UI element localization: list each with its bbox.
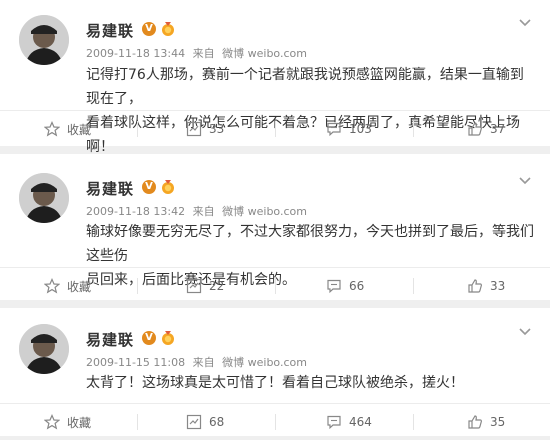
- repost-icon: [186, 278, 202, 294]
- medal-icon: [162, 331, 174, 345]
- divider: [275, 414, 276, 430]
- avatar[interactable]: [19, 15, 69, 65]
- divider: [275, 278, 276, 294]
- like-count: 33: [490, 279, 506, 293]
- favorite-label: 收藏: [67, 415, 92, 430]
- medal-icon: [162, 180, 174, 194]
- comment-button[interactable]: 66: [326, 268, 364, 304]
- divider: [275, 121, 276, 137]
- like-count: 35: [490, 415, 506, 429]
- favorite-button[interactable]: 收藏: [44, 404, 91, 440]
- favorite-button[interactable]: 收藏: [44, 268, 91, 304]
- repost-count: 33: [209, 122, 225, 136]
- source-prefix: 来自: [192, 205, 215, 218]
- divider: [137, 278, 138, 294]
- like-button[interactable]: 35: [467, 404, 505, 440]
- post-text: 太背了！这场球真是太可惜了！看着自己球队被绝杀，搓火！: [86, 371, 536, 395]
- action-bar: 收藏 33 103 37: [0, 110, 550, 147]
- repost-icon: [186, 414, 202, 430]
- medal-icon: [162, 22, 174, 36]
- favorite-button[interactable]: 收藏: [44, 111, 91, 147]
- source-prefix: 来自: [192, 47, 215, 60]
- like-icon: [468, 122, 482, 136]
- post-time[interactable]: 2009-11-18 13:42: [86, 205, 185, 218]
- favorite-label: 收藏: [67, 279, 92, 294]
- post-source[interactable]: 微博 weibo.com: [222, 356, 307, 369]
- post-time[interactable]: 2009-11-18 13:44: [86, 47, 185, 60]
- chevron-down-icon[interactable]: [518, 16, 532, 30]
- author-name[interactable]: 易建联: [86, 329, 134, 350]
- favorite-label: 收藏: [67, 122, 92, 137]
- repost-button[interactable]: 68: [186, 404, 224, 440]
- favorite-icon: [44, 121, 60, 137]
- favorite-icon: [44, 278, 60, 294]
- comment-icon: [327, 279, 341, 294]
- comment-icon: [327, 415, 341, 430]
- post-meta: 2009-11-15 11:08 来自 微博 weibo.com: [86, 354, 311, 370]
- chevron-down-icon[interactable]: [518, 325, 532, 339]
- author-name[interactable]: 易建联: [86, 20, 134, 41]
- like-icon: [468, 279, 482, 293]
- weibo-post: 易建联 V 2009-11-18 13:42 来自 微博 weibo.com 输…: [0, 154, 550, 300]
- weibo-post: 易建联 V 2009-11-15 11:08 来自 微博 weibo.com 太…: [0, 308, 550, 436]
- avatar[interactable]: [19, 324, 69, 374]
- post-source[interactable]: 微博 weibo.com: [222, 47, 307, 60]
- divider: [137, 121, 138, 137]
- post-time[interactable]: 2009-11-15 11:08: [86, 356, 185, 369]
- source-prefix: 来自: [192, 356, 215, 369]
- weibo-post: 易建联 V 2009-11-18 13:44 来自 微博 weibo.com 记…: [0, 0, 550, 155]
- repost-button[interactable]: 33: [186, 111, 224, 147]
- divider: [413, 414, 414, 430]
- like-count: 37: [490, 122, 506, 136]
- comment-icon: [327, 122, 341, 137]
- author-name[interactable]: 易建联: [86, 178, 134, 199]
- like-button[interactable]: 33: [467, 268, 505, 304]
- favorite-icon: [44, 414, 60, 430]
- repost-count: 68: [209, 415, 225, 429]
- avatar[interactable]: [19, 173, 69, 223]
- like-button[interactable]: 37: [467, 111, 505, 147]
- comment-count: 103: [349, 122, 372, 136]
- comment-button[interactable]: 464: [326, 404, 372, 440]
- post-source[interactable]: 微博 weibo.com: [222, 205, 307, 218]
- post-text-line: 输球好像要无穷无尽了，不过大家都很努力，今天也拼到了最后，等我们这些伤: [86, 224, 534, 264]
- post-meta: 2009-11-18 13:42 来自 微博 weibo.com: [86, 203, 311, 219]
- verified-badge: V: [142, 331, 156, 345]
- divider: [413, 278, 414, 294]
- verified-badge: V: [142, 180, 156, 194]
- comment-count: 464: [349, 415, 372, 429]
- post-meta: 2009-11-18 13:44 来自 微博 weibo.com: [86, 45, 311, 61]
- like-icon: [468, 415, 482, 429]
- action-bar: 收藏 22 66 33: [0, 267, 550, 304]
- repost-icon: [186, 121, 202, 137]
- verified-badge: V: [142, 22, 156, 36]
- divider: [413, 121, 414, 137]
- chevron-down-icon[interactable]: [518, 174, 532, 188]
- post-text-line: 记得打76人那场，赛前一个记者就跟我说预感篮网能赢，结果一直输到现在了，: [86, 67, 524, 107]
- divider: [137, 414, 138, 430]
- action-bar: 收藏 68 464 35: [0, 403, 550, 440]
- comment-button[interactable]: 103: [326, 111, 372, 147]
- repost-count: 22: [209, 279, 225, 293]
- post-text-line: 太背了！这场球真是太可惜了！看着自己球队被绝杀，搓火！: [86, 375, 464, 391]
- repost-button[interactable]: 22: [186, 268, 224, 304]
- comment-count: 66: [349, 279, 365, 293]
